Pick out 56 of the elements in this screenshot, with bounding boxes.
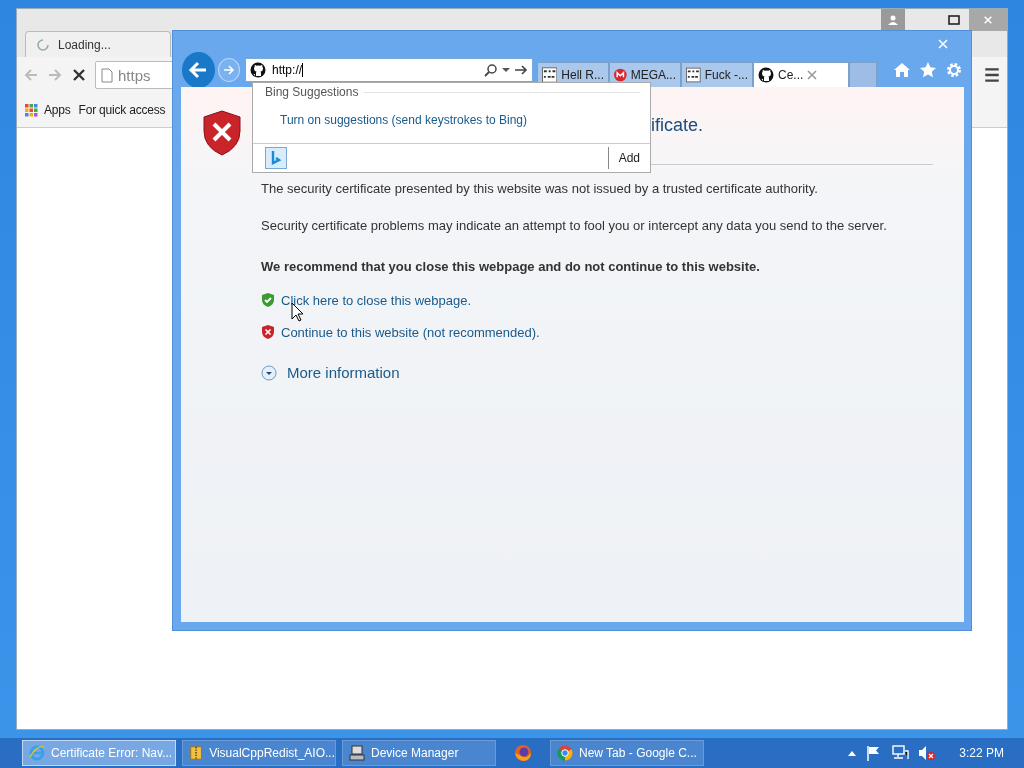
expand-icon [261, 364, 277, 381]
back-button[interactable] [182, 52, 215, 88]
taskbar-button[interactable]: Device Manager [342, 740, 496, 766]
octocat-icon [758, 67, 774, 83]
browser-tab[interactable]: Fuck -... [681, 62, 753, 88]
forward-button[interactable] [217, 58, 241, 82]
binary-page-icon [686, 67, 701, 83]
show-hidden-icons-icon[interactable] [847, 749, 858, 757]
recommendation-text: We recommend that you close this webpage and do not continue to this website. [261, 259, 761, 274]
dropdown-icon[interactable] [502, 67, 510, 73]
close-icon [983, 15, 993, 25]
volume-muted-icon[interactable] [918, 745, 937, 761]
browser-tab[interactable]: Ce... [753, 62, 849, 88]
taskbar-button[interactable]: New Tab - Google C... [550, 740, 704, 766]
forward-arrow-icon [221, 63, 236, 77]
paragraph: Security certificate problems may indicate an attempt to fool you or intercept any data you send to the server. [261, 217, 888, 235]
archive-icon [189, 745, 204, 761]
octocat-icon [250, 62, 267, 78]
page-heading: ificate. [651, 115, 705, 136]
option-link[interactable]: Continue to this website (not recommended). [281, 324, 540, 340]
close-icon[interactable] [807, 70, 818, 80]
apps-grid-icon [25, 103, 38, 117]
shield-check-icon [261, 292, 275, 308]
browser-tab[interactable]: Loading... [25, 31, 171, 57]
shield-error-icon [201, 109, 243, 157]
computer-icon [349, 745, 365, 761]
fox-globe-icon [514, 744, 532, 762]
option-link[interactable]: Click here to close this webpage. [281, 292, 472, 308]
shield-x-icon [261, 324, 275, 340]
go-arrow-icon[interactable] [514, 63, 528, 77]
loading-icon [36, 37, 50, 52]
user-button[interactable] [881, 9, 905, 31]
apps-shortcut[interactable]: Apps [25, 103, 71, 117]
menu-icon[interactable] [983, 66, 1001, 84]
star-icon[interactable] [919, 61, 937, 79]
maximize-icon [948, 14, 960, 26]
paragraph: The security certificate presented by this website was not issued by a trusted certificate authority. [261, 180, 819, 198]
home-icon[interactable] [893, 61, 911, 79]
page-icon [101, 67, 113, 83]
search-icon[interactable] [484, 63, 498, 77]
bookmarks-hint: For quick access [78, 103, 166, 117]
settings-icon[interactable] [945, 61, 963, 79]
stop-icon[interactable] [71, 67, 87, 83]
suggestions-link[interactable]: Turn on suggestions (send keystrokes to Bing) [280, 113, 650, 127]
suggestions-heading: Bing Suggestions [265, 85, 359, 99]
b-logo-icon[interactable] [265, 147, 287, 169]
taskbar-button[interactable]: VisualCppRedist_AIO... [182, 740, 336, 766]
new-tab-button[interactable] [849, 62, 877, 88]
add-button[interactable]: Add [607, 147, 650, 169]
e-logo-icon [29, 745, 45, 761]
network-icon[interactable] [891, 745, 910, 761]
user-icon [887, 14, 899, 26]
address-field[interactable]: http:// [245, 58, 533, 82]
more-information-toggle[interactable]: More information [261, 364, 933, 381]
chrome-logo-icon [557, 745, 573, 761]
clock[interactable]: 3:22 PM [959, 746, 1004, 760]
